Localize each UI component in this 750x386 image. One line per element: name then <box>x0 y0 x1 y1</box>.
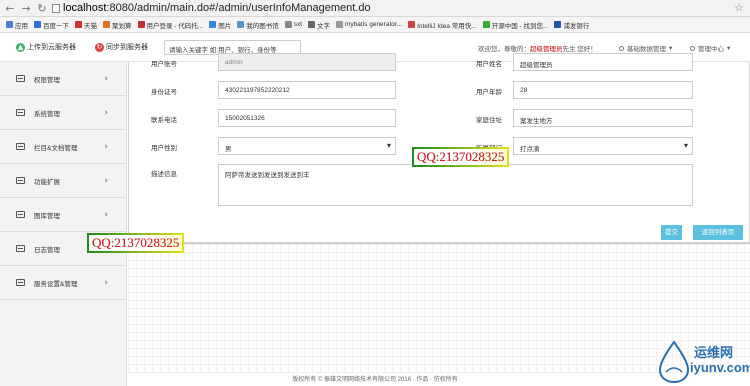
sync-server-label: 同步到服务器 <box>106 44 148 51</box>
bookmark-item[interactable]: 开源中国 - 找到您... <box>482 20 548 30</box>
bookmark-item[interactable]: 百度一下 <box>34 20 69 30</box>
bookmark-item[interactable]: 图片 <box>209 20 231 30</box>
caret-down-icon: ▾ <box>669 44 673 52</box>
chevron-right-icon: › <box>104 107 108 118</box>
bookmark-favicon-icon <box>103 21 110 28</box>
welcome-text: 欢迎您，尊敬的：超级管理员先生 您好！ <box>478 46 597 53</box>
phone-field[interactable]: 15002051326 <box>218 109 396 127</box>
caret-down-icon: ▾ <box>727 44 731 52</box>
bookmark-item[interactable]: 文字 <box>308 20 330 30</box>
chevron-right-icon: › <box>104 277 108 288</box>
list-icon <box>16 245 25 252</box>
sync-server-button[interactable]: ↻ 同步到服务器 <box>95 42 148 52</box>
upload-cloud-button[interactable]: ▲ 上传到云服务器 <box>16 42 76 52</box>
list-icon <box>16 279 25 286</box>
forward-arrow-icon[interactable]: → <box>20 2 32 15</box>
idcard-label: 身份证号 <box>151 89 177 96</box>
list-icon <box>16 177 25 184</box>
list-icon <box>16 75 25 82</box>
list-icon <box>16 109 25 116</box>
gender-select[interactable]: 男 <box>218 137 396 155</box>
name-field[interactable]: 超级管理员 <box>513 53 693 71</box>
address-field[interactable]: 案发生地方 <box>513 109 693 127</box>
dept-select[interactable]: 打点滴 <box>513 137 693 155</box>
idcard-field[interactable]: 430221197852220212 <box>218 81 396 99</box>
bookmark-item[interactable]: 浦发银行 <box>554 20 589 30</box>
bookmark-favicon-icon <box>308 21 316 28</box>
desc-textarea[interactable]: 阿萨帝发送到发送到发送到丰 <box>218 164 693 206</box>
sidebar-item-extensions[interactable]: 功能扩展 › <box>0 164 126 198</box>
sync-icon: ↻ <box>95 42 104 52</box>
sidebar-item-system[interactable]: 系统管理 › <box>0 96 126 130</box>
sidebar-item-services[interactable]: 服务设置&管理 › <box>0 266 126 300</box>
bookmark-favicon-icon <box>237 21 245 28</box>
upload-cloud-label: 上传到云服务器 <box>27 44 76 51</box>
site-watermark: 运维网 iyunv.com <box>654 338 750 384</box>
circle-icon <box>690 45 695 51</box>
bookmark-item[interactable]: 应用 <box>6 20 28 30</box>
chevron-right-icon: › <box>104 209 108 220</box>
bookmark-item[interactable]: 用户登录 - 代码托... <box>137 20 203 30</box>
page-icon <box>52 3 60 13</box>
reload-icon[interactable]: ↻ <box>36 2 48 15</box>
site-logo-icon <box>658 340 690 384</box>
cloud-upload-icon: ▲ <box>16 42 25 52</box>
url-host: localhost <box>63 2 107 14</box>
desc-label: 描述信息 <box>151 171 177 178</box>
list-icon <box>16 211 25 218</box>
back-arrow-icon[interactable]: ← <box>4 2 16 15</box>
sidebar-item-columns-docs[interactable]: 栏目&文档管理 › <box>0 130 126 164</box>
url-path: :8080/admin/main.do#/admin/userInfoManag… <box>106 2 371 14</box>
bookmark-star-icon[interactable]: ☆ <box>734 1 744 14</box>
url-field[interactable]: localhost:8080/admin/main.do#/admin/user… <box>63 2 371 14</box>
bookmark-favicon-icon <box>34 21 41 28</box>
gender-label: 用户性别 <box>151 145 177 152</box>
bookmark-item[interactable]: 聚划算 <box>103 20 132 30</box>
bookmarks-bar: 应用 百度一下 天猫 聚划算 用户登录 - 代码托... 图片 我的图书馆 sxt 文字 myba… <box>0 17 750 33</box>
list-icon <box>16 143 25 150</box>
chevron-right-icon: › <box>104 73 108 84</box>
bookmark-favicon-icon <box>137 21 145 28</box>
username-label: 用户账号 <box>151 61 177 68</box>
bookmark-item[interactable]: mybatis generator... <box>336 21 402 28</box>
username-field[interactable]: admin <box>218 53 396 71</box>
circle-icon <box>619 45 624 51</box>
bookmark-favicon-icon <box>554 21 562 28</box>
welcome-user-name: 超级管理员 <box>530 46 563 53</box>
qq-watermark: QQ:2137028325 <box>412 147 510 167</box>
bookmark-item[interactable]: sxt <box>284 21 302 28</box>
footer-copyright: 版权所有 © 振雄文明网络技术有限公司 2016 · 作品 · 仿权所有 <box>292 377 458 383</box>
age-label: 用户年龄 <box>476 89 502 96</box>
bookmark-item[interactable]: 天猫 <box>75 20 97 30</box>
sidebar-item-permissions[interactable]: 权限管理 › <box>0 62 126 96</box>
qq-watermark: QQ:2137028325 <box>87 233 185 253</box>
bookmark-favicon-icon <box>6 21 13 28</box>
sidebar: 权限管理› 系统管理› 栏目&文档管理› 功能扩展› 图库管理› 日志管理› 服… <box>0 62 127 386</box>
phone-label: 联系电话 <box>151 117 177 124</box>
back-to-list-button[interactable]: 返回列表页 <box>693 225 743 240</box>
bookmark-favicon-icon <box>336 21 344 28</box>
sidebar-item-gallery[interactable]: 图库管理 › <box>0 198 126 232</box>
name-label: 用户姓名 <box>476 61 502 68</box>
chevron-right-icon: › <box>104 175 108 186</box>
address-label: 家庭住址 <box>476 117 502 124</box>
age-field[interactable]: 28 <box>513 81 693 99</box>
bookmark-item[interactable]: IntelliJ Idea 常用快... <box>408 20 477 30</box>
admin-center-menu[interactable]: 管理中心 ▾ <box>690 43 730 53</box>
submit-button[interactable]: 提交 <box>661 225 682 240</box>
bookmark-favicon-icon <box>75 21 82 28</box>
browser-address-bar: ← → ↻ localhost:8080/admin/main.do#/admi… <box>0 0 750 17</box>
bookmark-favicon-icon <box>209 21 217 28</box>
bookmark-favicon-icon <box>482 21 490 28</box>
basic-data-menu[interactable]: 基础数据管理 ▾ <box>619 43 672 53</box>
bookmark-favicon-icon <box>408 21 416 28</box>
bookmark-item[interactable]: 我的图书馆 <box>237 20 279 30</box>
bookmark-favicon-icon <box>284 21 292 28</box>
chevron-right-icon: › <box>104 141 108 152</box>
